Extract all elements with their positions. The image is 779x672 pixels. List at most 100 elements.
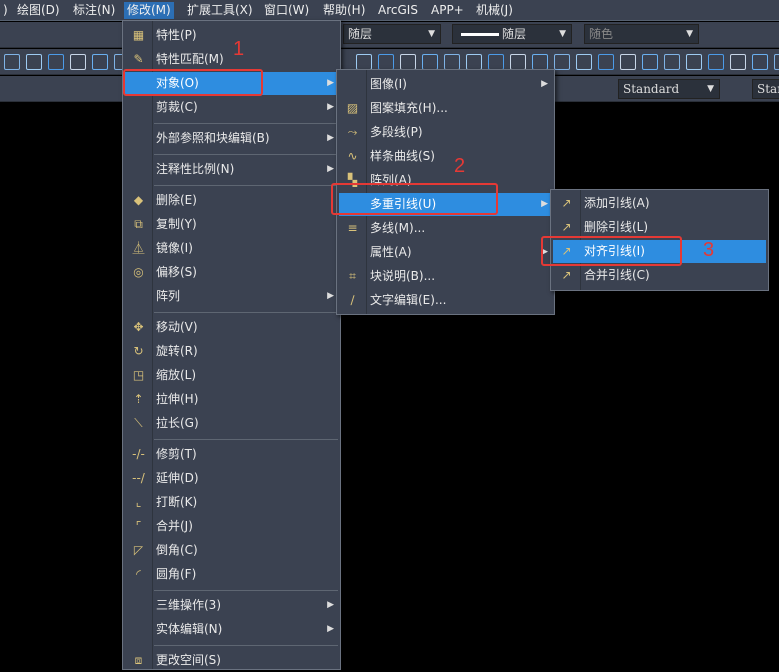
- toolbar-button-icon[interactable]: [70, 54, 86, 70]
- menu-item[interactable]: ↻ 旋转(R): [125, 340, 338, 363]
- menu-item-label: 镜像(I): [156, 241, 193, 255]
- menu-item[interactable]: ⧉ 复制(Y): [125, 213, 338, 236]
- menu-item[interactable]: 外部参照和块编辑(B) ▶: [125, 127, 338, 150]
- menu-3[interactable]: 修改(M): [124, 2, 174, 19]
- chevron-down-icon: ▼: [428, 29, 435, 39]
- textstyle-combo[interactable]: Star: [752, 79, 779, 99]
- layer-combo[interactable]: 随层 ▼: [343, 24, 441, 44]
- menu-item[interactable]: 剪裁(C) ▶: [125, 96, 338, 119]
- menu-item-label: 合并(J): [156, 519, 193, 533]
- menu-item[interactable]: ↗ 添加引线(A): [553, 192, 766, 215]
- menu-item-label: 剪裁(C): [156, 100, 198, 114]
- step-label-3: 3: [703, 239, 715, 261]
- menu-item-label: 块说明(B)...: [370, 269, 436, 283]
- toolbar-button-icon[interactable]: [4, 54, 20, 70]
- toolbar-button-icon[interactable]: [26, 54, 42, 70]
- toolbar-button-icon[interactable]: [708, 54, 724, 70]
- toolbar-button-icon[interactable]: [554, 54, 570, 70]
- menu-item[interactable]: 图像(I) ▶: [339, 73, 552, 96]
- toolbar-button-icon[interactable]: [378, 54, 394, 70]
- menu-item[interactable]: ⌜ 合并(J): [125, 515, 338, 538]
- toolbar-button-icon[interactable]: [752, 54, 768, 70]
- menu-item[interactable]: ◜ 圆角(F): [125, 563, 338, 586]
- menu-5[interactable]: 窗口(W): [261, 2, 312, 19]
- menu-7[interactable]: ArcGIS: [375, 2, 421, 19]
- menu-item[interactable]: 阵列 ▶: [125, 285, 338, 308]
- polyline-icon: ⤳: [347, 125, 358, 139]
- menu-4[interactable]: 扩展工具(X): [184, 2, 256, 19]
- menu-item[interactable]: ▨ 图案填充(H)...: [339, 97, 552, 120]
- toolbar-button-icon[interactable]: [466, 54, 482, 70]
- menu-item[interactable]: ▦ 特性(P): [125, 24, 338, 47]
- menu-9[interactable]: 机械(J): [473, 2, 516, 19]
- toolbar-button-icon[interactable]: [48, 54, 64, 70]
- menu-item[interactable]: ◆ 删除(E): [125, 189, 338, 212]
- step-label-1: 1: [233, 38, 245, 60]
- menu-item[interactable]: ∕ 文字编辑(E)...: [339, 289, 552, 312]
- menu-item-label: 实体编辑(N): [156, 622, 223, 636]
- menu-item[interactable]: 实体编辑(N) ▶: [125, 618, 338, 641]
- menu-6[interactable]: 帮助(H): [320, 2, 368, 19]
- join-icon: ⌜: [135, 519, 142, 533]
- menu-item[interactable]: ≡ 多线(M)...: [339, 217, 552, 240]
- menu-item[interactable]: ⏅ 镜像(I): [125, 237, 338, 260]
- toolbar-button-icon[interactable]: [598, 54, 614, 70]
- toolbar-button-icon[interactable]: [774, 54, 779, 70]
- menu-2[interactable]: 标注(N): [70, 2, 118, 19]
- remove-leader-icon: ↗: [561, 220, 572, 234]
- menu-1[interactable]: 绘图(D): [14, 2, 63, 19]
- menu-item-label: 删除引线(L): [584, 220, 649, 234]
- menu-8[interactable]: APP+: [428, 2, 467, 19]
- menu-0[interactable]: ): [0, 2, 11, 19]
- menu-item-label: 修剪(T): [156, 447, 197, 461]
- toolbar-button-icon[interactable]: [510, 54, 526, 70]
- menu-separator: [154, 185, 338, 186]
- dimstyle-combo[interactable]: Standard ▼: [618, 79, 720, 99]
- menu-item-label: 添加引线(A): [584, 196, 650, 210]
- menu-item[interactable]: ⧈ 更改空间(S): [125, 649, 338, 672]
- color-combo[interactable]: 随色 ▼: [584, 24, 699, 44]
- mirror-icon: ⏅: [132, 241, 145, 255]
- menu-item[interactable]: ∿ 样条曲线(S): [339, 145, 552, 168]
- menu-item[interactable]: 属性(A) ▶: [339, 241, 552, 264]
- menu-item[interactable]: ✥ 移动(V): [125, 316, 338, 339]
- menu-item-label: 缩放(L): [156, 368, 197, 382]
- menu-item-label: 打断(K): [156, 495, 198, 509]
- add-leader-icon: ↗: [561, 196, 572, 210]
- menu-item[interactable]: --/ 延伸(D): [125, 467, 338, 490]
- lengthen-icon: ⟍: [134, 416, 143, 430]
- properties-icon: ▦: [132, 28, 145, 42]
- menu-item[interactable]: ◎ 偏移(S): [125, 261, 338, 284]
- menu-item[interactable]: ⤳ 多段线(P): [339, 121, 552, 144]
- menu-item[interactable]: -/- 修剪(T): [125, 443, 338, 466]
- menu-item[interactable]: 注释性比例(N) ▶: [125, 158, 338, 181]
- toolbar-button-icon[interactable]: [576, 54, 592, 70]
- toolbar-button-icon[interactable]: [532, 54, 548, 70]
- submenu-arrow-icon: ▶: [327, 102, 334, 112]
- toolbar-button-icon[interactable]: [686, 54, 702, 70]
- toolbar-button-icon[interactable]: [400, 54, 416, 70]
- toolbar-button-icon[interactable]: [356, 54, 372, 70]
- submenu-arrow-icon: ▶: [327, 624, 334, 634]
- menu-item[interactable]: ◸ 倒角(C): [125, 539, 338, 562]
- menu-item[interactable]: ⌞ 打断(K): [125, 491, 338, 514]
- toolbar-button-icon[interactable]: [488, 54, 504, 70]
- menu-item[interactable]: ↗ 合并引线(C): [553, 264, 766, 287]
- toolbar-button-icon[interactable]: [642, 54, 658, 70]
- toolbar-button-icon[interactable]: [730, 54, 746, 70]
- menu-item-label: 特性(P): [156, 28, 197, 42]
- toolbar-button-icon[interactable]: [664, 54, 680, 70]
- menu-item[interactable]: ⌗ 块说明(B)...: [339, 265, 552, 288]
- menu-bar: ) 绘图(D) 标注(N) 修改(M) 扩展工具(X) 窗口(W) 帮助(H) ArcGIS A…: [0, 0, 779, 21]
- toolbar-button-icon[interactable]: [620, 54, 636, 70]
- toolbar-button-icon[interactable]: [422, 54, 438, 70]
- menu-item[interactable]: ✎ 特性匹配(M): [125, 48, 338, 71]
- toolbar-button-icon[interactable]: [92, 54, 108, 70]
- linetype-combo[interactable]: 随层 ▼: [452, 24, 572, 44]
- menu-item[interactable]: 三维操作(3) ▶: [125, 594, 338, 617]
- menu-item[interactable]: ⇡ 拉伸(H): [125, 388, 338, 411]
- menu-item[interactable]: ⟍ 拉长(G): [125, 412, 338, 435]
- menu-item[interactable]: ◳ 缩放(L): [125, 364, 338, 387]
- toolbar-button-icon[interactable]: [444, 54, 460, 70]
- menu-item-label: 注释性比例(N): [156, 162, 235, 176]
